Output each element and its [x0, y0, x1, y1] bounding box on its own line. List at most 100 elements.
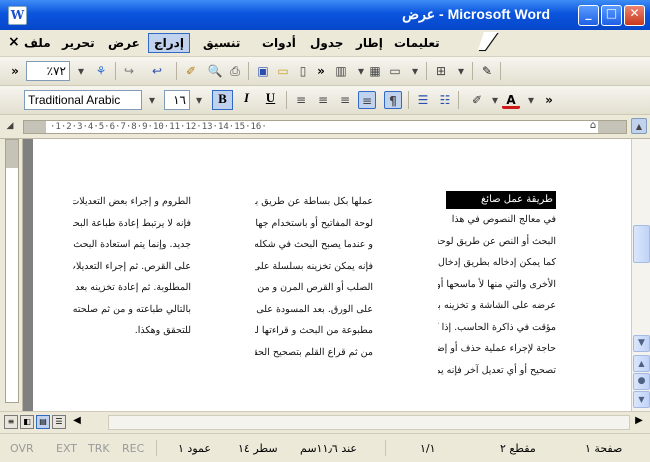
rtl-direction-icon[interactable]: ¶: [384, 91, 402, 109]
table-icon[interactable]: ▦: [366, 62, 384, 80]
redo-icon[interactable]: ↪: [120, 62, 138, 80]
menu-table[interactable]: جدول: [310, 36, 343, 50]
justify-icon[interactable]: ≡: [358, 91, 376, 109]
text-line: البحث أو النص عن طريق لوحة المفاتيح: [438, 235, 556, 247]
font-color-icon[interactable]: A: [502, 91, 520, 109]
text-line: حاجة لإجراء عملية حذف أو إضافة أو: [438, 343, 556, 354]
status-bar: OVR EXT TRK REC عمود ١ سطر ١٤ عند ١١٫٦سم…: [0, 433, 650, 462]
text-line: على القرص. ثم إجراء التعديلات: [73, 260, 191, 272]
align-left-icon[interactable]: ≡: [292, 91, 310, 109]
print-layout-icon[interactable]: ▤: [36, 415, 50, 429]
print-preview-icon[interactable]: 🔍: [206, 62, 224, 80]
text-line: جديد. وإنما يتم استعادة البحث الخزنة: [73, 239, 191, 250]
text-line: عملها بكل بساطة عن طريق بعض أزرار: [255, 196, 373, 207]
columns-icon[interactable]: ▥: [332, 62, 350, 80]
next-page-icon[interactable]: ▼: [633, 391, 650, 408]
document-area[interactable]: طريقة عمل صائغ النصوص في معالج النصوص في…: [23, 139, 631, 411]
text-line: فإنه يمكن تخزينه بسلسلة على القرص: [255, 260, 373, 272]
align-right-icon[interactable]: ≡: [336, 91, 354, 109]
hyperlink-icon[interactable]: ⚘: [92, 62, 110, 80]
horizontal-scroll-area: ≡ ◧ ▤ ☰ ◀ ▶: [0, 411, 650, 433]
vertical-ruler: [0, 139, 23, 411]
new-document-icon[interactable]: ▯: [294, 62, 312, 80]
menu-tools[interactable]: أدوات: [262, 36, 296, 50]
horizontal-ruler[interactable]: ◢ ·1·2·3·4·5·6·7·8·9·10·11·12·13·14·15·1…: [0, 116, 650, 139]
frame-dropdown-icon[interactable]: ▾: [406, 62, 424, 80]
underline-button[interactable]: U: [260, 90, 281, 110]
border-dropdown-icon[interactable]: ▾: [452, 62, 470, 80]
text-line: تصحيح أو أي تعديل آخر فإنه يمكن: [438, 364, 556, 376]
numbering-icon[interactable]: ☰: [414, 91, 432, 109]
zoom-dropdown-icon[interactable]: ▾: [72, 62, 90, 80]
scroll-left-icon[interactable]: ◀: [70, 415, 84, 429]
format-painter-icon[interactable]: ✐: [182, 62, 200, 80]
frame-icon[interactable]: ▭: [386, 62, 404, 80]
browse-object-icon[interactable]: ●: [633, 373, 650, 390]
status-line: سطر ١٤: [238, 442, 278, 455]
close-button[interactable]: ✕: [624, 5, 645, 26]
text-line: مطبوعة من البحث و قراءتها للتحقيق و: [255, 325, 373, 336]
text-line: الصلب أو القرص المرن و من ثم طباعته: [255, 282, 373, 293]
zoom-select[interactable]: ٪٧٢: [26, 61, 70, 81]
menu-insert[interactable]: إدراج: [148, 33, 190, 53]
word-app-icon[interactable]: W: [8, 6, 27, 25]
save-icon[interactable]: ▣: [254, 62, 272, 80]
italic-button[interactable]: I: [236, 90, 257, 110]
status-ovr[interactable]: OVR: [10, 442, 34, 455]
status-rec[interactable]: REC: [122, 442, 144, 455]
close-document-icon[interactable]: ×: [8, 34, 20, 50]
text-line: لوحة المفاتيح أو باستخدام جهاز الفأرة: [255, 217, 373, 229]
print-icon[interactable]: ⎙: [226, 62, 244, 80]
menu-edit[interactable]: تحرير: [62, 36, 95, 50]
tab-selector-icon[interactable]: ◢: [2, 118, 18, 134]
maximize-button[interactable]: □: [601, 5, 622, 26]
vertical-scrollbar[interactable]: ▼ ▲ ● ▼: [631, 139, 650, 411]
menu-view[interactable]: عرض: [108, 36, 140, 50]
page[interactable]: طريقة عمل صائغ النصوص في معالج النصوص في…: [33, 139, 631, 411]
ruler-up-arrow-icon[interactable]: ▲: [631, 118, 647, 134]
status-trk[interactable]: TRK: [88, 442, 110, 455]
status-ext[interactable]: EXT: [56, 442, 77, 455]
font-size-dropdown-icon[interactable]: ▾: [190, 91, 208, 109]
text-line: المطلوبة. ثم إعادة تخزينه بعد التعديل و: [73, 282, 191, 293]
font-color-dropdown-icon[interactable]: ▾: [522, 91, 540, 109]
undo-icon[interactable]: ↩: [148, 62, 166, 80]
font-name-dropdown-icon[interactable]: ▾: [143, 91, 161, 109]
document-heading: طريقة عمل صائغ النصوص: [446, 191, 556, 223]
normal-view-icon[interactable]: ≡: [4, 415, 18, 429]
format-overflow-icon[interactable]: »: [540, 91, 558, 109]
column-middle: عملها بكل بساطة عن طريق بعض أزرار لوحة ا…: [255, 191, 373, 363]
drawing-pen-icon[interactable]: ✎: [478, 62, 496, 80]
font-name-select[interactable]: Traditional Arabic: [24, 90, 142, 110]
text-line: فإنه لا يرتبط إعادة طباعة البحث من: [73, 217, 191, 229]
menu-format[interactable]: تنسيق: [203, 36, 240, 50]
highlight-icon[interactable]: ✐: [468, 91, 486, 109]
scroll-down-icon[interactable]: ▼: [633, 335, 650, 352]
standard-toolbar: » ٪٧٢ ▾ ⚘ ↪ ↩ ✐ 🔍 ⎙ ▣ ▭ ▯ » ▥ ▾ ▦ ▭ ▾ ⊞ …: [0, 57, 650, 86]
ruler-marks: ·1·2·3·4·5·6·7·8·9·10·11·12·13·14·15·16·: [50, 122, 267, 132]
align-center-icon[interactable]: ≡: [314, 91, 332, 109]
font-size-select[interactable]: ١٦: [164, 90, 190, 110]
minimize-button[interactable]: _: [578, 5, 599, 26]
web-view-icon[interactable]: ◧: [20, 415, 34, 429]
status-section: مقطع ٢: [500, 442, 536, 455]
status-pages: ١/١: [420, 442, 436, 455]
menu-frame[interactable]: إطار: [356, 36, 383, 50]
title-bar: W عرض - Microsoft Word _ □ ✕: [0, 0, 650, 30]
vertical-scroll-thumb[interactable]: [633, 225, 650, 263]
bold-button[interactable]: B: [212, 90, 233, 110]
scroll-right-icon[interactable]: ▶: [632, 415, 646, 429]
horizontal-scrollbar[interactable]: [108, 415, 630, 430]
text-line: مؤقت في ذاكرة الحاسب. إذا كان هناك: [438, 321, 556, 333]
menu-bar: × ملف تحرير عرض إدراج تنسيق أدوات جدول إ…: [0, 30, 650, 57]
previous-page-icon[interactable]: ▲: [633, 355, 650, 372]
border-icon[interactable]: ⊞: [432, 62, 450, 80]
indent-marker-icon[interactable]: ⌂: [588, 117, 598, 135]
toolbar-overflow-icon[interactable]: »: [6, 62, 24, 80]
menu-help[interactable]: تعليمات: [394, 36, 440, 50]
menu-file[interactable]: ملف: [24, 36, 51, 50]
toolbar2-overflow-icon[interactable]: »: [312, 62, 330, 80]
bullets-icon[interactable]: ☷: [436, 91, 454, 109]
open-icon[interactable]: ▭: [274, 62, 292, 80]
outline-view-icon[interactable]: ☰: [52, 415, 66, 429]
